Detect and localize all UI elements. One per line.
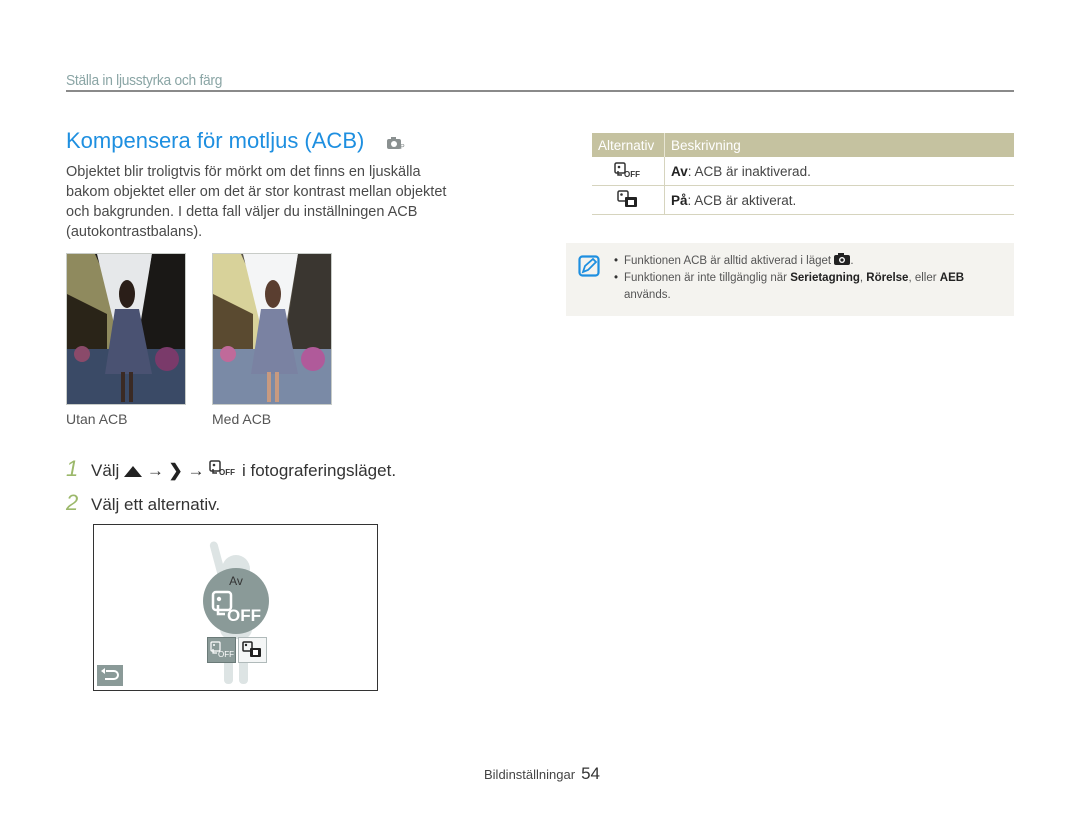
step-text: Välj (90, 461, 120, 480)
section-divider (66, 90, 1014, 92)
chevron-right-icon: ❯ (168, 461, 183, 480)
acb-on-icon (617, 189, 637, 207)
page-heading: Kompensera för motljus (ACB) (66, 128, 365, 153)
intro-paragraph: Objektet blir troligtvis för mörkt om de… (66, 164, 447, 240)
note-item: Funktionen är inte tillgänglig när Serie… (614, 270, 1006, 304)
option-term: Av (671, 163, 688, 179)
table-row: På: ACB är aktiverat. (592, 185, 1014, 215)
acb-off-large-icon: OFF (211, 590, 261, 624)
photo-without-acb (66, 253, 186, 405)
back-button[interactable] (97, 665, 123, 686)
table-cell-icon: OFF (592, 157, 665, 186)
step-number: 2 (66, 490, 79, 515)
step-number: 1 (66, 456, 79, 481)
step-2: 2 Välj ett alternativ. (66, 490, 220, 516)
footer-section: Bildinställningar (484, 767, 576, 782)
table-header-option: Alternativ (592, 133, 665, 157)
camera-program-mode-icon: P (387, 136, 407, 155)
selected-option-display: Av OFF (203, 568, 269, 634)
svg-text:OFF: OFF (227, 606, 261, 624)
svg-text:OFF: OFF (624, 170, 640, 178)
photo-caption-with-acb: Med ACB (212, 411, 272, 427)
acb-on-icon (242, 641, 261, 657)
step-text: Välj ett alternativ. (90, 495, 221, 514)
svg-text:OFF: OFF (219, 468, 235, 476)
note-list: Funktionen ACB är alltid aktiverad i läg… (614, 253, 1006, 304)
camera-icon (834, 253, 851, 265)
step-text: i fotograferingsläget. (242, 461, 397, 480)
arrow: → (146, 461, 164, 480)
table-cell-icon (592, 185, 665, 215)
photo-caption-without-acb: Utan ACB (66, 411, 128, 427)
back-icon (101, 668, 119, 680)
arrow: → (187, 461, 205, 480)
step-1: 1 Välj → ❯ → OFF i fotograferingsläget. (66, 456, 396, 482)
note-box: Funktionen ACB är alltid aktiverad i läg… (566, 243, 1014, 316)
camera-screen-preview: Av OFF OFF (93, 524, 378, 691)
table-row: OFF Av: ACB är inaktiverad. (592, 157, 1014, 186)
svg-text:OFF: OFF (218, 650, 234, 659)
option-acb-off[interactable]: OFF (207, 637, 236, 663)
acb-off-icon: OFF (210, 641, 234, 659)
table-cell-description: Av: ACB är inaktiverad. (664, 157, 1014, 186)
section-title: Ställa in ljusstyrka och färg (66, 72, 223, 89)
option-acb-on[interactable] (238, 637, 267, 663)
selected-option-label: Av (229, 574, 243, 588)
note-item: Funktionen ACB är alltid aktiverad i läg… (614, 253, 1006, 270)
note-pencil-icon (578, 255, 600, 277)
option-term: På (671, 192, 688, 208)
page-footer: Bildinställningar 54 (484, 764, 600, 784)
option-desc: : ACB är inaktiverad. (687, 163, 811, 179)
acb-off-icon: OFF (614, 161, 640, 179)
option-desc: : ACB är aktiverat. (687, 192, 797, 208)
svg-text:P: P (400, 144, 405, 150)
photo-with-acb (212, 253, 332, 405)
table-cell-description: På: ACB är aktiverat. (664, 185, 1014, 215)
page-number: 54 (581, 764, 600, 783)
acb-off-icon: OFF (209, 460, 237, 480)
table-header-description: Beskrivning (664, 133, 1014, 157)
up-triangle-icon (124, 466, 143, 478)
options-table: Alternativ Beskrivning OFF Av: ACB är in… (592, 133, 1014, 215)
